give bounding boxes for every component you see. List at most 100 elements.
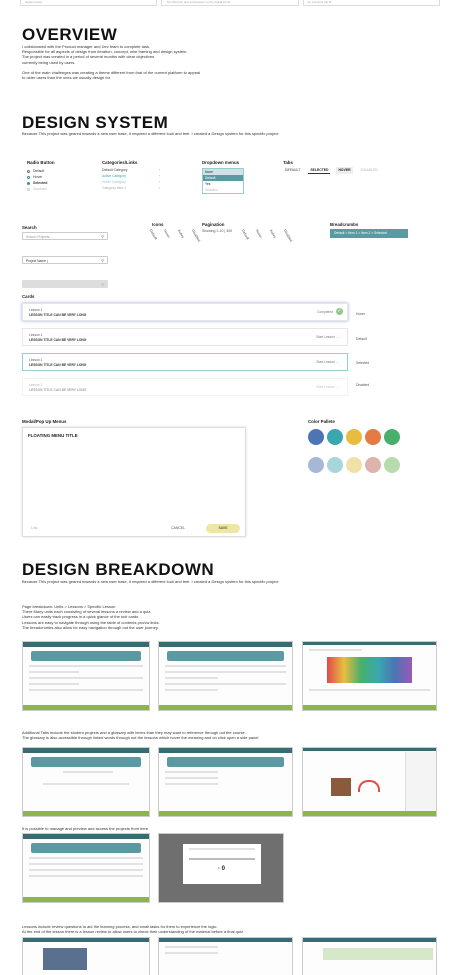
color-swatch <box>308 429 324 445</box>
modal-title: FLOATING MENU TITLE <box>28 433 78 438</box>
screenshot-line <box>165 676 219 679</box>
breakdown-line: The breadcrumbs also allow for easy navi… <box>22 624 159 630</box>
search-label: Search <box>22 225 37 230</box>
screenshot-footer <box>23 705 149 710</box>
screenshot-line <box>189 848 255 850</box>
color-swatch <box>327 457 343 473</box>
search-input[interactable]: Search Projects... ⚲ <box>22 232 108 240</box>
screenshot-line <box>29 862 143 865</box>
dropdown-menu[interactable]: None Default Yes Disabled <box>202 168 244 194</box>
screenshot-line <box>29 856 143 859</box>
card-lesson-number: Lesson 1 <box>29 308 43 312</box>
screenshot-banner <box>167 756 284 767</box>
card-lesson-number: Lesson 1 <box>29 333 43 337</box>
overview-title: OVERVIEW <box>22 25 118 44</box>
radio-circle <box>27 187 30 191</box>
tab-hover[interactable]: HOVER <box>336 167 353 174</box>
palette-row-1 <box>308 429 403 450</box>
screenshot-header <box>303 748 436 752</box>
screenshot-header <box>23 642 149 647</box>
radio-circle <box>27 169 30 173</box>
page-link[interactable]: Disabled <box>283 229 293 243</box>
breadcrumb[interactable]: Default > Item 1 > Item 2 > Selected <box>330 229 408 238</box>
screenshot-header <box>159 748 292 753</box>
tab-default[interactable]: DEFAULT <box>283 167 302 174</box>
dropdown-label: Dropdown menus <box>202 160 240 165</box>
design-system-title: DESIGN SYSTEM <box>22 113 169 132</box>
screenshot-banner <box>31 756 141 767</box>
screenshot-project-preview: · 0 <box>158 833 284 903</box>
icons-row: Default Hover Active Disabled <box>148 229 201 243</box>
modal-window: FLOATING MENU TITLE Link CANCEL SAVE <box>22 427 246 537</box>
lesson-card-hover[interactable]: Lesson 1 LESSON TITLE CAN BE VERY LONG C… <box>22 303 348 321</box>
radio-circle <box>27 181 30 185</box>
page-link[interactable]: Default <box>241 229 250 241</box>
cards-label: Cards <box>22 294 35 299</box>
breakdown-paragraph-3: It is possible to manage and preview and… <box>22 826 149 831</box>
screenshot-line <box>29 682 80 685</box>
card-state-label: Disabled <box>356 383 370 387</box>
start-lesson-link[interactable]: Start Lesson → <box>316 335 339 339</box>
save-button[interactable]: SAVE <box>206 524 240 533</box>
screenshot-line <box>43 782 129 785</box>
screenshot-footer <box>23 897 149 902</box>
screenshot-arc-graphic <box>358 780 380 792</box>
screenshot-line <box>165 946 219 949</box>
screenshot-manage-projects <box>22 833 150 903</box>
card-lesson-number: Lesson 1 <box>29 383 43 387</box>
screenshot-line <box>165 682 286 685</box>
category-item[interactable]: Category Item 1 › <box>102 186 160 192</box>
screenshot-box-graphic <box>331 778 351 796</box>
screenshot-line <box>29 688 143 691</box>
screenshot-line <box>309 649 363 652</box>
search-icon: ⚲ <box>101 257 104 263</box>
tab-disabled: DISABLED <box>360 168 378 172</box>
screenshot-banner <box>31 650 141 661</box>
screenshot-banner <box>31 842 141 853</box>
screenshot-line <box>165 770 219 773</box>
radio-text: Hover <box>33 175 43 179</box>
color-swatch <box>365 457 381 473</box>
screenshot-footer <box>303 705 436 710</box>
screenshot-header <box>159 938 292 943</box>
categories-group: Default Category › Active Category › Hover… <box>102 168 160 192</box>
search-placeholder: Search Projects... <box>26 235 53 239</box>
lesson-card-default[interactable]: Lesson 1 LESSON TITLE CAN BE VERY LONG S… <box>22 328 348 346</box>
start-lesson-link[interactable]: Start Lesson → <box>316 360 339 364</box>
screenshot-banner <box>323 948 433 960</box>
screenshot-small-tasks <box>158 937 293 975</box>
lesson-card-selected[interactable]: Lesson 1 LESSON TITLE CAN BE VERY LONG S… <box>22 353 348 371</box>
check-icon: ✓ <box>336 308 343 315</box>
screenshot-line <box>29 664 143 667</box>
top-strip-item: digital quality <box>20 0 158 6</box>
icons-label: Icons <box>152 222 164 227</box>
screenshot-glossary <box>158 747 293 817</box>
screenshot-modal: · 0 <box>183 844 261 884</box>
search-input-disabled: ⚲ <box>22 280 108 288</box>
screenshot-header <box>23 938 149 943</box>
breakdown-line: At the end of the lesson there is a less… <box>22 929 244 935</box>
page-link[interactable]: Active <box>269 229 277 240</box>
category-text: Category Item 1 <box>102 186 127 190</box>
page-link[interactable]: Hover <box>255 229 263 240</box>
breakdown-line: The glossary is also accessible through … <box>22 735 259 741</box>
pagination-rotated: Default Hover Active Disabled <box>240 229 293 243</box>
screenshot-line <box>165 670 286 673</box>
cancel-button[interactable]: CANCEL <box>171 526 185 530</box>
screenshot-projects <box>22 747 150 817</box>
screenshot-lesson-detail <box>302 641 437 711</box>
radio-text: Default <box>33 169 45 173</box>
modal-link[interactable]: Link <box>31 526 37 530</box>
card-lesson-title: LESSON TITLE CAN BE VERY LONG <box>29 363 87 367</box>
palette-label: Color Pallete <box>308 419 335 424</box>
screenshot-banner <box>167 650 284 661</box>
screenshot-line <box>29 874 143 877</box>
card-lesson-title: LESSON TITLE CAN BE VERY LONG <box>29 388 87 392</box>
card-lesson-number: Lesson 1 <box>29 358 43 362</box>
search-input-filled[interactable]: Project Name | ⚲ <box>22 256 108 264</box>
screenshot-footer <box>303 811 436 816</box>
card-state-label: Hover <box>356 312 366 316</box>
radio-group: Default Hover Selected Disabled <box>27 168 47 192</box>
tab-selected[interactable]: SELECTED <box>308 167 331 174</box>
screenshot-colorful-graphic <box>327 657 412 684</box>
